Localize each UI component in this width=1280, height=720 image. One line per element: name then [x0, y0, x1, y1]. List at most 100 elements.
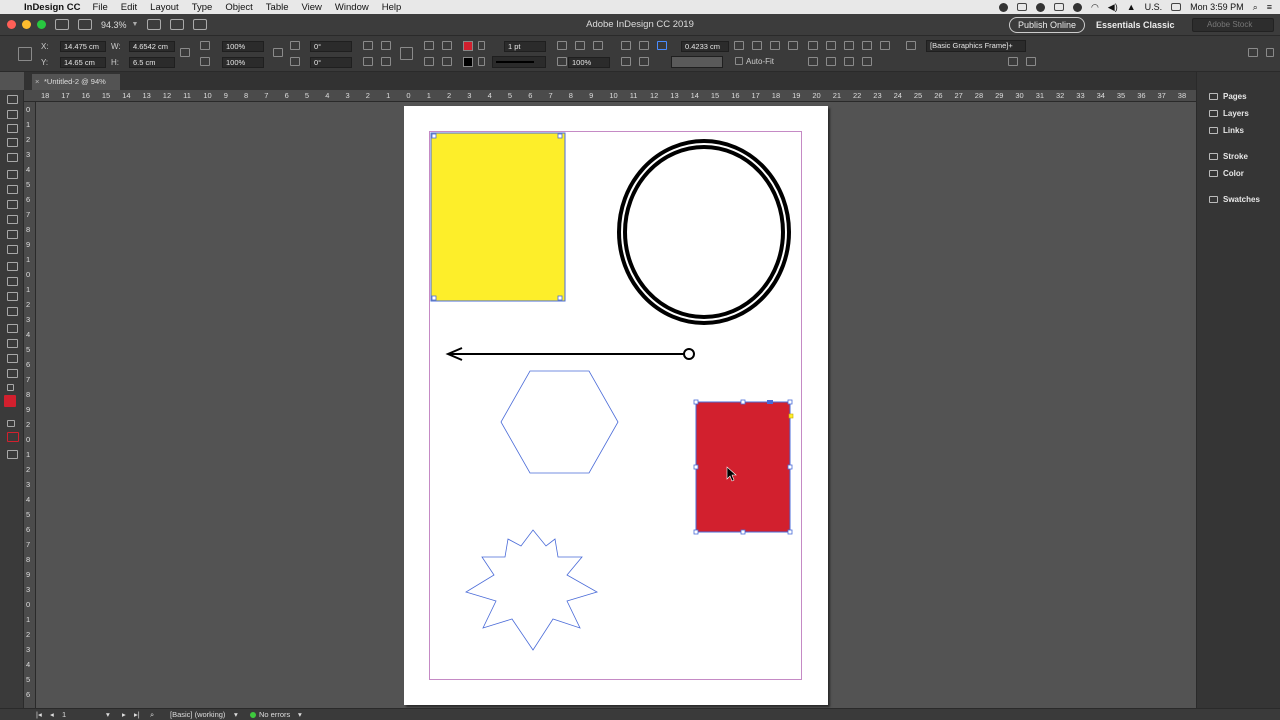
menu-file[interactable]: File — [92, 2, 107, 13]
app-menu[interactable]: InDesign CC — [24, 2, 80, 13]
maximize-window-button[interactable] — [37, 20, 46, 29]
time-machine-icon[interactable] — [1035, 2, 1045, 12]
zoom-level[interactable]: 94.3% — [101, 20, 127, 30]
scale-x-field[interactable]: 100% — [222, 41, 264, 52]
yellow-rectangle[interactable] — [430, 132, 566, 302]
yellow-rect-handle-bl[interactable] — [431, 295, 437, 301]
x-field[interactable]: 14.475 cm — [60, 41, 106, 52]
fill-swatch[interactable] — [463, 41, 473, 51]
eyedropper-tool-icon[interactable] — [7, 339, 18, 348]
panel-menu-icon[interactable] — [1266, 48, 1274, 57]
page-menu-chevron-icon[interactable]: ▾ — [106, 710, 110, 719]
text-wrap-shape-icon[interactable] — [639, 57, 649, 66]
close-window-button[interactable] — [7, 20, 16, 29]
volume-icon[interactable]: ◀) — [1108, 2, 1118, 13]
next-page-icon[interactable]: ▸ — [122, 710, 126, 719]
zoom-chevron-down-icon[interactable]: ▼ — [132, 21, 139, 28]
previous-page-icon[interactable]: ◂ — [50, 710, 54, 719]
rectangle-tool-icon[interactable] — [7, 245, 18, 254]
content-grabber-icon[interactable] — [767, 400, 773, 404]
object-style-select[interactable]: [Basic Graphics Frame]+ — [926, 40, 1026, 52]
arrange-documents-icon[interactable] — [193, 19, 208, 30]
red-rect-handle-tr[interactable] — [787, 399, 793, 405]
menu-window[interactable]: Window — [335, 2, 369, 13]
clear-overrides-icon[interactable] — [1008, 57, 1018, 66]
language-flag[interactable]: U.S. — [1145, 2, 1163, 12]
formatting-container-icon[interactable] — [7, 420, 15, 427]
distribute-right-icon[interactable] — [844, 57, 854, 66]
direct-selection-tool-icon[interactable] — [7, 110, 18, 119]
gap-tool-icon[interactable] — [7, 138, 18, 147]
yellow-rect-handle-br[interactable] — [557, 295, 563, 301]
stroke-panel-button[interactable]: Stroke — [1209, 152, 1248, 161]
content-collector-icon[interactable] — [7, 153, 18, 162]
y-field[interactable]: 14.65 cm — [60, 57, 106, 68]
menu-help[interactable]: Help — [382, 2, 402, 13]
battery-icon[interactable] — [1171, 3, 1182, 11]
fill-color-icon[interactable] — [4, 395, 16, 407]
yellow-rect-handle-tr[interactable] — [557, 133, 563, 139]
color-panel-button[interactable]: Color — [1209, 169, 1244, 178]
spotlight-icon[interactable]: ⌕ — [1253, 2, 1258, 13]
pencil-tool-icon[interactable] — [7, 215, 18, 224]
selection-tool-icon[interactable] — [7, 95, 18, 104]
constrain-scale-icon[interactable] — [273, 48, 283, 57]
style-menu-chevron-icon[interactable]: ▾ — [234, 710, 238, 719]
menu-view[interactable]: View — [302, 2, 322, 13]
type-tool-icon[interactable] — [7, 170, 18, 179]
publish-online-button[interactable]: Publish Online — [1009, 17, 1085, 33]
display-icon[interactable] — [1053, 3, 1064, 11]
reference-point-icon[interactable] — [18, 47, 32, 61]
flip-vertical-icon[interactable] — [381, 57, 391, 66]
last-page-icon[interactable]: ▸| — [134, 710, 140, 719]
open-page-icon[interactable]: ⌕ — [150, 710, 154, 720]
h-field[interactable]: 6.5 cm — [129, 57, 175, 68]
workspace-switcher[interactable]: Essentials Classic — [1096, 14, 1175, 36]
pages-panel-button[interactable]: Pages — [1209, 92, 1247, 101]
auto-fit-checkbox[interactable] — [735, 57, 743, 65]
fill-frame-proportionally-icon[interactable] — [770, 41, 780, 50]
distribute-top-icon[interactable] — [862, 57, 872, 66]
hand-tool-icon[interactable] — [7, 354, 18, 363]
bluetooth-icon[interactable] — [1072, 2, 1082, 12]
red-rect-handle-tl[interactable] — [693, 399, 699, 405]
preflight-menu-chevron-icon[interactable]: ▾ — [298, 710, 302, 719]
fit-frame-to-content-icon[interactable] — [752, 41, 762, 50]
apply-color-icon[interactable] — [7, 432, 19, 442]
align-right-edges-icon[interactable] — [844, 41, 854, 50]
master-style-label[interactable]: [Basic] (working) — [170, 710, 225, 719]
object-styles-icon[interactable] — [906, 41, 916, 50]
layers-panel-button[interactable]: Layers — [1209, 109, 1249, 118]
rectangle-frame-tool-icon[interactable] — [7, 230, 18, 239]
links-panel-button[interactable]: Links — [1209, 126, 1244, 135]
stroke-menu-chevron-icon[interactable] — [478, 57, 485, 66]
select-next-icon[interactable] — [442, 57, 452, 66]
first-page-icon[interactable]: |◂ — [36, 710, 42, 719]
notification-icon[interactable]: ≡ — [1267, 2, 1272, 12]
stock-search-input[interactable]: Adobe Stock — [1192, 18, 1274, 32]
menu-table[interactable]: Table — [266, 2, 289, 13]
corner-options-icon[interactable] — [657, 41, 667, 50]
effects-fx-icon[interactable] — [593, 41, 603, 50]
corner-shape-select[interactable] — [671, 56, 723, 68]
screen-mode-icon[interactable] — [7, 450, 18, 459]
red-rect-handle-bm[interactable] — [740, 529, 746, 535]
gradient-swatch-tool-icon[interactable] — [7, 292, 18, 301]
horizontal-ruler[interactable]: 18 17 16 15 14 13 12 11 10 9 8 7 6 5 4 3 2 1 0 1 2 3 4 5 6 7 8 9 10 1… — [24, 90, 1196, 102]
pen-tool-icon[interactable] — [7, 200, 18, 209]
creative-cloud-icon[interactable] — [998, 2, 1008, 12]
bridge-icon[interactable] — [55, 19, 69, 30]
rotate-ccw-icon[interactable] — [381, 41, 391, 50]
center-content-icon[interactable] — [788, 41, 798, 50]
flip-horizontal-icon[interactable] — [363, 57, 373, 66]
red-rect-handle-ml[interactable] — [693, 464, 699, 470]
stroke-swatch[interactable] — [463, 57, 473, 67]
select-content-icon[interactable] — [442, 41, 452, 50]
page-tool-icon[interactable] — [7, 124, 18, 133]
fill-menu-chevron-icon[interactable] — [478, 41, 485, 50]
red-rect-handle-mr[interactable] — [787, 464, 793, 470]
free-transform-tool-icon[interactable] — [7, 277, 18, 286]
align-horizontal-centers-icon[interactable] — [826, 41, 836, 50]
select-previous-icon[interactable] — [424, 57, 434, 66]
distribute-center-icon[interactable] — [826, 57, 836, 66]
